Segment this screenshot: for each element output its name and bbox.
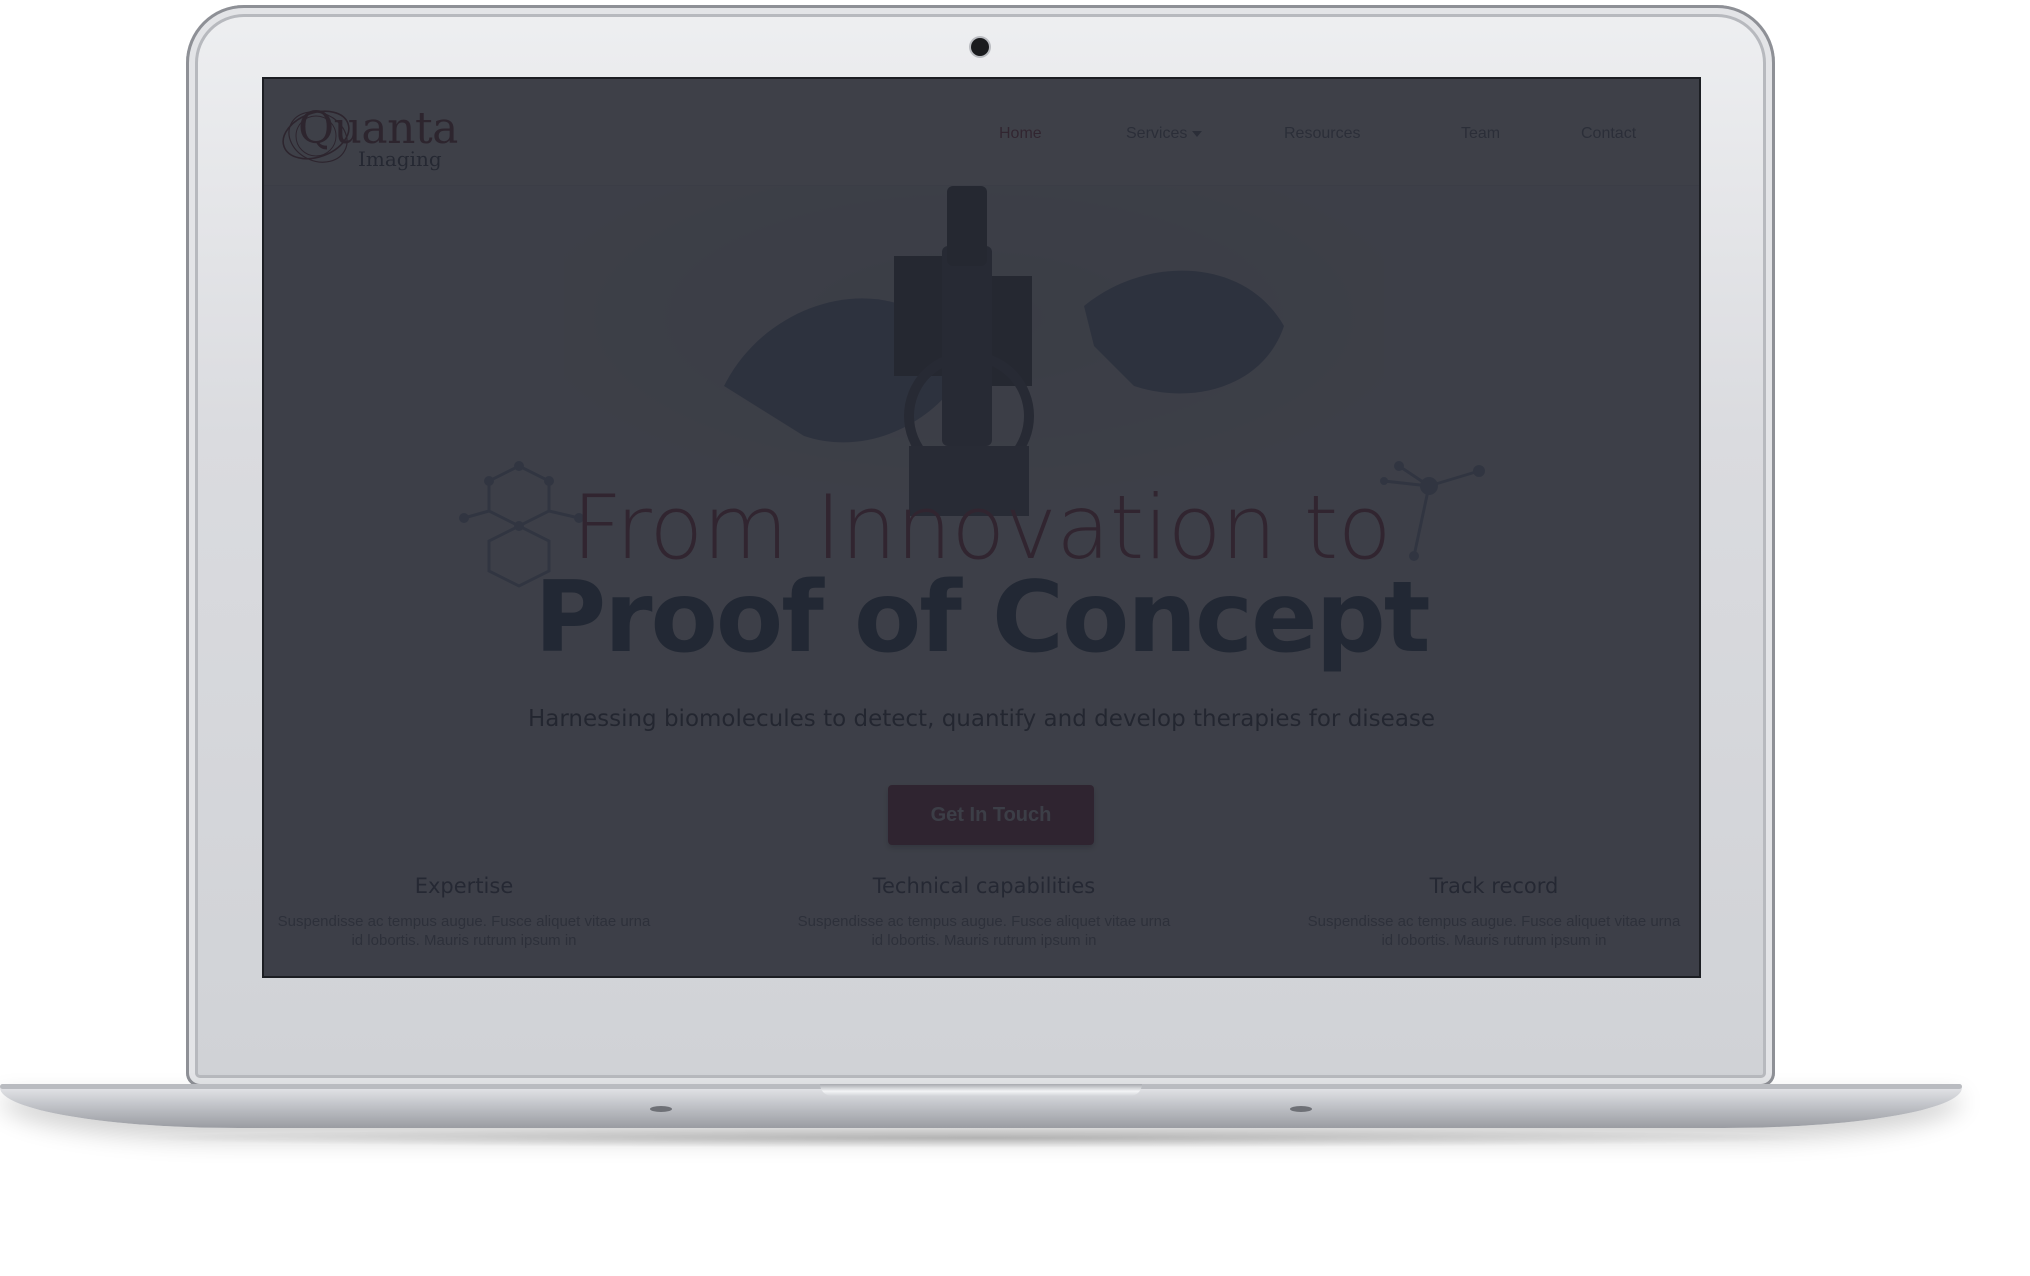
nav-team-label: Team [1461, 125, 1501, 142]
nav-home-label: Home [999, 125, 1042, 142]
laptop-hinge-notch [820, 1084, 1142, 1096]
site-header: Quanta Imaging Home Services Resources T… [264, 79, 1699, 186]
chevron-down-icon [1192, 130, 1203, 137]
laptop-screen: Quanta Imaging Home Services Resources T… [262, 77, 1701, 978]
feature-title: Expertise [414, 874, 514, 898]
microscope-photo [564, 186, 1384, 516]
feature-text: Suspendisse ac tempus augue. Fusce aliqu… [797, 913, 1171, 949]
laptop-foot-right [1290, 1106, 1312, 1112]
main-nav: Home Services Resources Team Contact [939, 79, 1699, 185]
feature-text: Suspendisse ac tempus augue. Fusce aliqu… [1307, 913, 1681, 949]
nav-team[interactable]: Team [1461, 125, 1500, 143]
feature-title: Technical capabilities [872, 874, 1096, 898]
laptop-foot-left [650, 1106, 672, 1112]
nav-contact[interactable]: Contact [1581, 125, 1636, 143]
website: Quanta Imaging Home Services Resources T… [264, 79, 1699, 976]
get-in-touch-button[interactable]: Get In Touch [888, 785, 1094, 845]
feature-track-record: Track record Suspendisse ac tempus augue… [1304, 874, 1684, 950]
nav-resources[interactable]: Resources [1284, 125, 1360, 143]
feature-technical-capabilities: Technical capabilities Suspendisse ac te… [794, 874, 1174, 950]
hero-subtitle: Harnessing biomolecules to detect, quant… [527, 706, 1436, 732]
features-row: Expertise Suspendisse ac tempus augue. F… [264, 874, 1699, 976]
brand-tagline: Imaging [358, 147, 442, 171]
webcam-dot [971, 38, 989, 56]
nav-home[interactable]: Home [999, 125, 1042, 143]
floor-shadow [120, 1128, 1840, 1148]
nav-services[interactable]: Services [1126, 125, 1203, 143]
laptop-mockup: Quanta Imaging Home Services Resources T… [0, 0, 2030, 1276]
nav-services-label: Services [1126, 125, 1188, 142]
feature-text: Suspendisse ac tempus augue. Fusce aliqu… [277, 913, 651, 949]
hero-section: From Innovation to Proof of Concept Harn… [264, 186, 1699, 976]
feature-title: Track record [1429, 874, 1559, 898]
nav-contact-label: Contact [1581, 125, 1637, 142]
hero-headline-main: Proof of Concept [534, 561, 1430, 675]
brand-logo[interactable]: Quanta Imaging [276, 97, 466, 172]
feature-expertise: Expertise Suspendisse ac tempus augue. F… [274, 874, 654, 950]
nav-resources-label: Resources [1284, 125, 1361, 142]
